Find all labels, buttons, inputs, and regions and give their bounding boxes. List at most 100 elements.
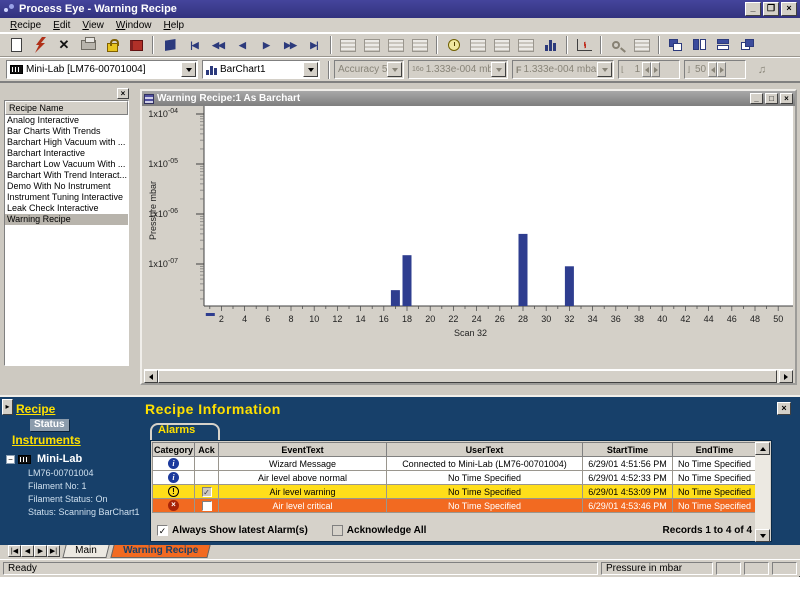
list-item[interactable]: Analog Interactive	[5, 115, 128, 126]
tab-warning-recipe[interactable]: Warning Recipe	[110, 545, 210, 558]
tab-last-button[interactable]: ▶|	[47, 545, 60, 557]
fast-rewind-button[interactable]: ◀◀	[207, 35, 229, 55]
always-show-checkbox[interactable]: ✓	[157, 525, 168, 536]
audio-alert-button[interactable]: ♫	[751, 60, 773, 80]
layout-split-button[interactable]	[409, 35, 431, 55]
print-button[interactable]	[77, 35, 99, 55]
dropdown-arrow-icon[interactable]	[181, 62, 196, 77]
list-item[interactable]: Bar Charts With Trends	[5, 126, 128, 137]
table-row[interactable]: iAir level above normalNo Time Specified…	[153, 471, 757, 485]
menu-view[interactable]: View	[76, 19, 110, 32]
table-view-button[interactable]	[631, 35, 653, 55]
tile-horizontal-button[interactable]	[713, 35, 735, 55]
tab-main[interactable]: Main	[62, 545, 109, 558]
next-scan-button[interactable]: ▶	[255, 35, 277, 55]
trend-chart-button[interactable]	[573, 35, 595, 55]
previous-scan-button[interactable]: ◀	[231, 35, 253, 55]
tab-next-button[interactable]: ▶	[34, 545, 47, 557]
spinner-down-icon[interactable]	[642, 62, 651, 77]
new-recipe-button[interactable]	[5, 35, 27, 55]
list-item[interactable]: Leak Check Interactive	[5, 203, 128, 214]
tab-prev-button[interactable]: ◀	[21, 545, 34, 557]
last-mass-spinner[interactable]: ⌋ 50	[684, 60, 746, 79]
zero-pressure-combo[interactable]: 16o 1.333e-004 mbar	[408, 60, 508, 79]
chart-combo[interactable]: BarChart1	[202, 60, 320, 79]
tree-collapse-icon[interactable]: −	[6, 455, 15, 464]
spinner-up-icon[interactable]	[717, 62, 726, 77]
table-row[interactable]: !✓Air level warningNo Time Specified6/29…	[153, 485, 757, 499]
report-button[interactable]	[467, 35, 489, 55]
dropdown-arrow-icon[interactable]	[303, 62, 318, 77]
list-item[interactable]: Barchart High Vacuum with ...	[5, 137, 128, 148]
timed-scan-button[interactable]	[443, 35, 465, 55]
layout-left-button[interactable]	[385, 35, 407, 55]
ack-checkbox[interactable]	[202, 501, 212, 511]
chart-minimize-button[interactable]: _	[750, 93, 763, 104]
properties-button[interactable]	[337, 35, 359, 55]
fullscale-pressure-combo[interactable]: F 1.333e-004 mbar	[512, 60, 614, 79]
instrument-combo[interactable]: Mini-Lab [LM76-00701004]	[6, 60, 198, 79]
restore-button[interactable]: ❐	[763, 2, 779, 16]
scroll-down-icon[interactable]	[755, 529, 770, 542]
menu-edit[interactable]: Edit	[47, 19, 76, 32]
dropdown-arrow-icon[interactable]	[387, 62, 402, 77]
last-scan-button[interactable]: ▶|	[303, 35, 325, 55]
stop-recipe-button[interactable]: ✕	[53, 35, 75, 55]
minimize-button[interactable]: _	[745, 2, 761, 16]
instrument-tree-root[interactable]: − Mini-Lab	[6, 453, 144, 465]
first-scan-button[interactable]: |◀	[183, 35, 205, 55]
menu-help[interactable]: Help	[157, 19, 190, 32]
chart-horizontal-scrollbar[interactable]	[144, 369, 793, 383]
scroll-right-icon[interactable]	[779, 370, 793, 383]
list-item[interactable]: Warning Recipe	[5, 214, 128, 225]
spinner-up-icon[interactable]	[651, 62, 660, 77]
table-row[interactable]: iWizard MessageConnected to Mini-Lab (LM…	[153, 457, 757, 471]
nav-status-button[interactable]: Status	[30, 419, 69, 431]
cascade-windows-button[interactable]	[665, 35, 687, 55]
nav-instruments-link[interactable]: Instruments	[12, 433, 81, 447]
list-item[interactable]: Barchart Interactive	[5, 148, 128, 159]
recipe-pane-close-button[interactable]: ×	[117, 88, 129, 99]
grid-view-button[interactable]	[361, 35, 383, 55]
dropdown-arrow-icon[interactable]	[597, 62, 612, 77]
stop-scan-button[interactable]	[159, 35, 181, 55]
chart-close-button[interactable]: ×	[780, 93, 793, 104]
close-button[interactable]: ×	[781, 2, 797, 16]
spinner-down-icon[interactable]	[708, 62, 717, 77]
help-book-button[interactable]	[125, 35, 147, 55]
table-row[interactable]: ×Air level criticalNo Time Specified6/29…	[153, 499, 757, 513]
acknowledge-all-checkbox[interactable]	[332, 525, 343, 536]
analog-view-button[interactable]	[491, 35, 513, 55]
chart-maximize-button[interactable]: □	[765, 93, 778, 104]
list-item[interactable]: Barchart With Trend Interact...	[5, 170, 128, 181]
instrument-name[interactable]: Mini-Lab	[37, 453, 82, 465]
tuning-view-button[interactable]	[515, 35, 537, 55]
accuracy-combo[interactable]: Accuracy 5	[334, 60, 404, 79]
arrange-windows-button[interactable]	[737, 35, 759, 55]
nav-recipe-link[interactable]: Recipe	[16, 402, 55, 416]
security-button[interactable]	[101, 35, 123, 55]
list-item[interactable]: Demo With No Instrument	[5, 181, 128, 192]
list-item[interactable]: Barchart Low Vacuum With ...	[5, 159, 128, 170]
fast-forward-button[interactable]: ▶▶	[279, 35, 301, 55]
menu-window[interactable]: Window	[110, 19, 158, 32]
barchart-view-button[interactable]	[539, 35, 561, 55]
alarms-vertical-scrollbar[interactable]	[755, 442, 770, 542]
list-item[interactable]: Instrument Tuning Interactive	[5, 192, 128, 203]
recipe-information-close-button[interactable]: ×	[777, 402, 791, 415]
search-key-button[interactable]	[607, 35, 629, 55]
sidebar-toggle-button[interactable]: ▸	[2, 399, 13, 415]
first-mass-spinner[interactable]: ⌊ 1	[618, 60, 680, 79]
tile-vertical-button[interactable]	[689, 35, 711, 55]
run-recipe-button[interactable]	[29, 35, 51, 55]
ack-checkbox[interactable]: ✓	[202, 487, 212, 497]
title-bar[interactable]: Process Eye - Warning Recipe _ ❐ ×	[0, 0, 800, 18]
scroll-up-icon[interactable]	[755, 442, 770, 455]
recipe-list-header[interactable]: Recipe Name	[5, 101, 128, 115]
menu-recipe[interactable]: Recipe	[4, 19, 47, 32]
chart-window-title-bar[interactable]: Warning Recipe:1 As Barchart _ □ ×	[142, 91, 795, 106]
dropdown-arrow-icon[interactable]	[491, 62, 506, 77]
scroll-left-icon[interactable]	[144, 370, 158, 383]
tab-first-button[interactable]: |◀	[8, 545, 21, 557]
scrollbar-thumb[interactable]	[158, 370, 777, 383]
